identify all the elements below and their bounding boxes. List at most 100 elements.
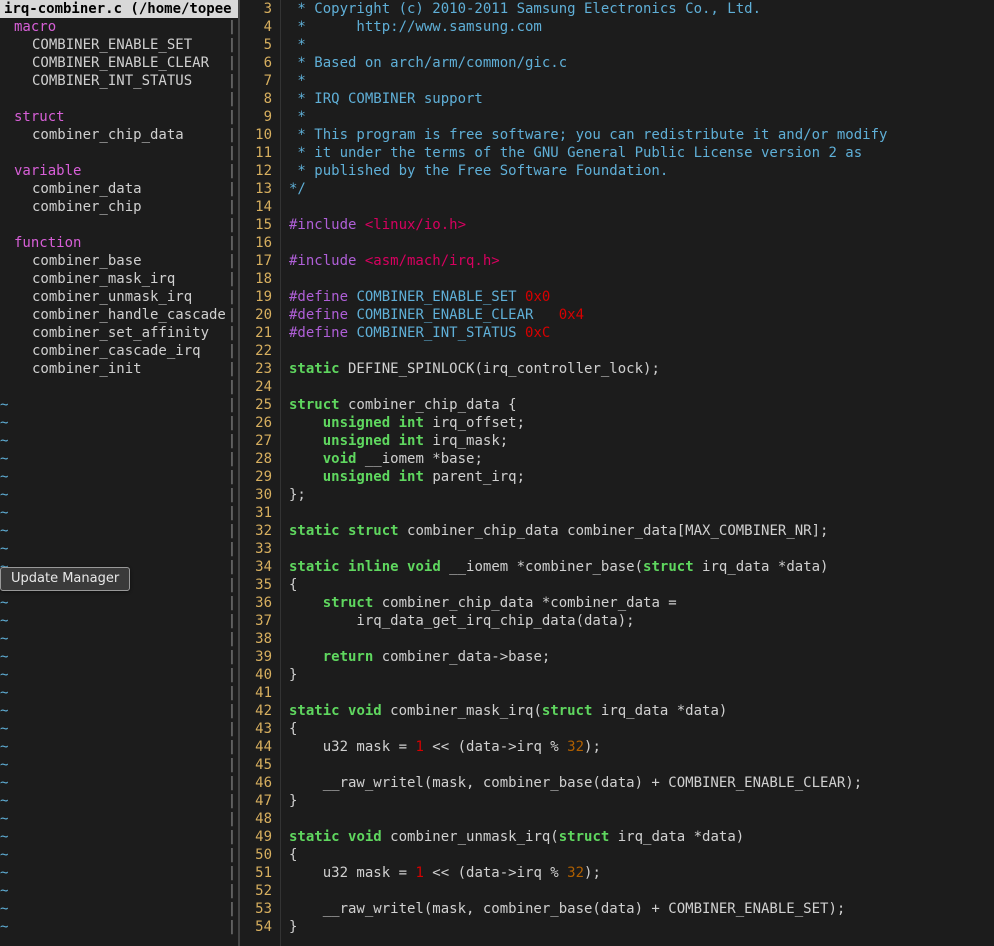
outline-item[interactable]: combiner_chip_data bbox=[0, 126, 238, 144]
code-line[interactable]: static DEFINE_SPINLOCK(irq_controller_lo… bbox=[289, 360, 994, 378]
code-line[interactable] bbox=[289, 504, 994, 522]
outline-item[interactable]: combiner_base bbox=[0, 252, 238, 270]
code-line[interactable]: u32 mask = 1 << (data->irq % 32); bbox=[289, 738, 994, 756]
vsplit-mark: | bbox=[226, 648, 238, 666]
code-line[interactable]: * IRQ COMBINER support bbox=[289, 90, 994, 108]
code-line[interactable]: static inline void __iomem *combiner_bas… bbox=[289, 558, 994, 576]
code-line[interactable]: void __iomem *base; bbox=[289, 450, 994, 468]
outline-item[interactable]: combiner_set_affinity bbox=[0, 324, 238, 342]
code-line[interactable] bbox=[289, 378, 994, 396]
outline-item[interactable]: combiner_chip bbox=[0, 198, 238, 216]
code-line[interactable]: { bbox=[289, 576, 994, 594]
code-line[interactable]: #include <asm/mach/irq.h> bbox=[289, 252, 994, 270]
code-line[interactable]: return combiner_data->base; bbox=[289, 648, 994, 666]
code-line[interactable] bbox=[289, 630, 994, 648]
code-line[interactable]: * Copyright (c) 2010-2011 Samsung Electr… bbox=[289, 0, 994, 18]
line-number: 45 bbox=[240, 756, 272, 774]
outline-section-variable[interactable]: variable bbox=[0, 162, 238, 180]
tilde-icon: ~ bbox=[0, 846, 12, 864]
vsplit-mark: | bbox=[226, 306, 238, 324]
code-line[interactable]: __raw_writel(mask, combiner_base(data) +… bbox=[289, 774, 994, 792]
code-line[interactable]: } bbox=[289, 666, 994, 684]
code-line[interactable] bbox=[289, 810, 994, 828]
code-line[interactable]: unsigned int irq_mask; bbox=[289, 432, 994, 450]
line-number: 26 bbox=[240, 414, 272, 432]
line-number: 51 bbox=[240, 864, 272, 882]
code-line[interactable]: struct combiner_chip_data { bbox=[289, 396, 994, 414]
code-line[interactable]: static struct combiner_chip_data combine… bbox=[289, 522, 994, 540]
code-line[interactable]: struct combiner_chip_data *combiner_data… bbox=[289, 594, 994, 612]
code-line[interactable]: * bbox=[289, 36, 994, 54]
line-number: 14 bbox=[240, 198, 272, 216]
tilde-icon: ~ bbox=[0, 648, 12, 666]
vsplit-mark: | bbox=[226, 216, 238, 234]
code-line[interactable]: #define COMBINER_INT_STATUS 0xC bbox=[289, 324, 994, 342]
file-tab[interactable]: irq-combiner.c (/home/topee bbox=[0, 0, 238, 18]
vsplit-mark: | bbox=[226, 36, 238, 54]
code-area[interactable]: * Copyright (c) 2010-2011 Samsung Electr… bbox=[281, 0, 994, 946]
code-line[interactable]: { bbox=[289, 846, 994, 864]
outline-item[interactable]: COMBINER_INT_STATUS bbox=[0, 72, 238, 90]
code-line[interactable]: irq_data_get_irq_chip_data(data); bbox=[289, 612, 994, 630]
code-line[interactable]: * This program is free software; you can… bbox=[289, 126, 994, 144]
file-tab-label: irq-combiner.c (/home/topee bbox=[4, 1, 232, 17]
vsplit-mark: | bbox=[226, 576, 238, 594]
outline-section-function[interactable]: function bbox=[0, 234, 238, 252]
vsplit-mark: | bbox=[226, 432, 238, 450]
code-line[interactable] bbox=[289, 198, 994, 216]
code-line[interactable]: u32 mask = 1 << (data->irq % 32); bbox=[289, 864, 994, 882]
editor[interactable]: 3456789101112131415161718192021222324252… bbox=[240, 0, 994, 946]
tilde-icon: ~ bbox=[0, 792, 12, 810]
outline-item[interactable]: combiner_init bbox=[0, 360, 238, 378]
vsplit-mark: | bbox=[226, 450, 238, 468]
code-line[interactable]: * http://www.samsung.com bbox=[289, 18, 994, 36]
code-line[interactable]: unsigned int irq_offset; bbox=[289, 414, 994, 432]
code-line[interactable] bbox=[289, 684, 994, 702]
code-line[interactable] bbox=[289, 540, 994, 558]
code-line[interactable] bbox=[289, 342, 994, 360]
outline: macroCOMBINER_ENABLE_SETCOMBINER_ENABLE_… bbox=[0, 18, 238, 396]
outline-section-struct[interactable]: struct bbox=[0, 108, 238, 126]
code-line[interactable] bbox=[289, 270, 994, 288]
outline-item[interactable]: combiner_mask_irq bbox=[0, 270, 238, 288]
tilde-icon: ~ bbox=[0, 810, 12, 828]
code-line[interactable]: #include <linux/io.h> bbox=[289, 216, 994, 234]
outline-item[interactable]: combiner_unmask_irq bbox=[0, 288, 238, 306]
code-line[interactable]: * it under the terms of the GNU General … bbox=[289, 144, 994, 162]
code-line[interactable]: * bbox=[289, 72, 994, 90]
code-line[interactable]: } bbox=[289, 792, 994, 810]
code-line[interactable]: static void combiner_mask_irq(struct irq… bbox=[289, 702, 994, 720]
code-line[interactable]: } bbox=[289, 918, 994, 936]
vsplit-mark: | bbox=[226, 504, 238, 522]
code-line[interactable]: #define COMBINER_ENABLE_SET 0x0 bbox=[289, 288, 994, 306]
code-line[interactable]: * published by the Free Software Foundat… bbox=[289, 162, 994, 180]
line-number: 33 bbox=[240, 540, 272, 558]
outline-item[interactable]: COMBINER_ENABLE_SET bbox=[0, 36, 238, 54]
code-line[interactable]: #define COMBINER_ENABLE_CLEAR 0x4 bbox=[289, 306, 994, 324]
code-line[interactable] bbox=[289, 756, 994, 774]
code-line[interactable]: { bbox=[289, 720, 994, 738]
outline-item[interactable]: COMBINER_ENABLE_CLEAR bbox=[0, 54, 238, 72]
code-line[interactable]: */ bbox=[289, 180, 994, 198]
code-line[interactable] bbox=[289, 882, 994, 900]
vsplit-mark: | bbox=[226, 414, 238, 432]
tilde-icon: ~ bbox=[0, 396, 12, 414]
tilde-icon: ~ bbox=[0, 738, 12, 756]
tilde-icon: ~ bbox=[0, 594, 12, 612]
line-number: 41 bbox=[240, 684, 272, 702]
outline-item[interactable]: combiner_cascade_irq bbox=[0, 342, 238, 360]
outline-item[interactable]: combiner_data bbox=[0, 180, 238, 198]
outline-item[interactable]: combiner_handle_cascade bbox=[0, 306, 238, 324]
code-line[interactable]: unsigned int parent_irq; bbox=[289, 468, 994, 486]
code-line[interactable]: }; bbox=[289, 486, 994, 504]
line-number: 6 bbox=[240, 54, 272, 72]
code-line[interactable] bbox=[289, 234, 994, 252]
code-line[interactable]: * bbox=[289, 108, 994, 126]
update-manager-popup[interactable]: Update Manager bbox=[0, 567, 130, 591]
tilde-icon: ~ bbox=[0, 432, 12, 450]
outline-section-macro[interactable]: macro bbox=[0, 18, 238, 36]
code-line[interactable]: * Based on arch/arm/common/gic.c bbox=[289, 54, 994, 72]
vsplit-mark: | bbox=[226, 864, 238, 882]
code-line[interactable]: static void combiner_unmask_irq(struct i… bbox=[289, 828, 994, 846]
code-line[interactable]: __raw_writel(mask, combiner_base(data) +… bbox=[289, 900, 994, 918]
